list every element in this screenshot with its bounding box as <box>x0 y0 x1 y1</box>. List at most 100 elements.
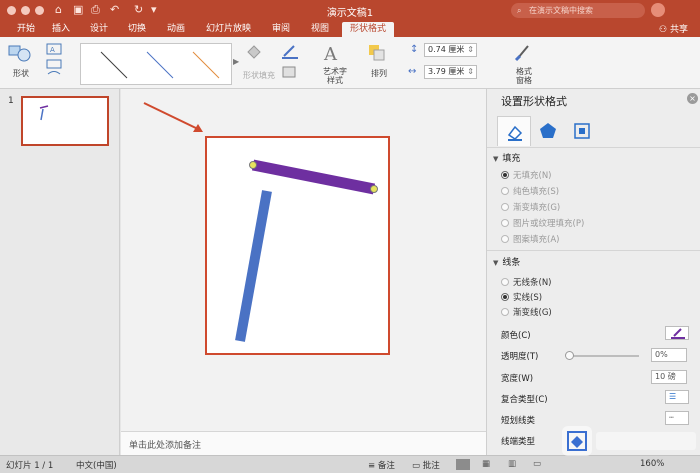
notes-placeholder: 单击此处添加备注 <box>129 441 202 451</box>
fill-option-picture[interactable]: 图片或纹理填充(P) <box>501 217 584 229</box>
pen-color-icon <box>671 328 685 339</box>
tab-home[interactable]: 开始 <box>17 22 35 37</box>
slide-thumbnail-panel: 1 <box>0 89 120 455</box>
line-color-picker[interactable] <box>665 326 689 340</box>
search-icon: ⌕ <box>517 6 522 15</box>
account-avatar[interactable] <box>651 3 665 17</box>
color-label: 颜色(C) <box>501 331 531 341</box>
svg-text:A: A <box>50 46 55 54</box>
width-stepper-icon[interactable]: ⇕ <box>467 66 474 78</box>
paint-bucket-icon <box>507 125 523 141</box>
wordart-icon[interactable]: A <box>321 42 347 64</box>
edit-shape-group[interactable]: A <box>45 42 67 82</box>
purple-line-shape[interactable] <box>251 159 376 195</box>
sorter-view-icon[interactable]: ▦ <box>482 459 490 469</box>
arrange-label: 排列 <box>371 69 387 78</box>
shape-fill-icon[interactable] <box>244 42 266 60</box>
transparency-slider-thumb[interactable] <box>565 351 574 360</box>
line-end-handle[interactable] <box>370 185 378 193</box>
tab-size-properties[interactable] <box>565 116 599 146</box>
language-indicator[interactable]: 中文(中国) <box>76 459 117 471</box>
wordart-styles-label: 艺术字 样式 <box>323 67 347 85</box>
radio-icon <box>501 219 509 227</box>
option-label: 渐变线(G) <box>513 308 552 318</box>
shape-width-icon: ↔ <box>408 66 417 77</box>
line-option-none[interactable]: 无线条(N) <box>501 276 552 288</box>
transparency-slider[interactable] <box>567 355 639 357</box>
notes-area[interactable]: 单击此处添加备注 <box>121 431 486 455</box>
compound-type-label: 复合类型(C) <box>501 395 548 405</box>
notes-button[interactable]: ≡ 备注 <box>368 459 395 471</box>
tab-fill-line[interactable] <box>497 116 531 146</box>
tab-slideshow[interactable]: 幻灯片放映 <box>206 22 251 37</box>
slide-shapes <box>235 159 378 342</box>
tab-transitions[interactable]: 切换 <box>128 22 146 37</box>
line-width-input[interactable]: 10 磅 <box>651 370 687 384</box>
radio-icon <box>501 187 509 195</box>
tab-view[interactable]: 视图 <box>311 22 329 37</box>
fill-option-gradient[interactable]: 渐变填充(G) <box>501 201 560 213</box>
radio-icon <box>501 171 509 179</box>
fill-option-solid[interactable]: 纯色填充(S) <box>501 185 559 197</box>
line-option-solid[interactable]: 实线(S) <box>501 291 542 303</box>
tab-insert[interactable]: 插入 <box>52 22 70 37</box>
svg-text:A: A <box>323 44 338 64</box>
slide-counter: 幻灯片 1 / 1 <box>6 461 54 471</box>
shapes-label: 形状 <box>13 69 29 78</box>
tab-design[interactable]: 设计 <box>90 22 108 37</box>
zoom-level[interactable]: 160% <box>640 459 664 469</box>
option-label: 图案填充(A) <box>513 235 560 245</box>
shape-styles-gallery[interactable] <box>80 43 232 85</box>
slide-number: 1 <box>8 96 14 106</box>
pane-divider <box>487 250 700 251</box>
comment-icon: ▭ <box>412 461 421 471</box>
line-start-handle[interactable] <box>249 161 257 169</box>
height-stepper-icon[interactable]: ⇕ <box>467 44 474 56</box>
pentagon-icon <box>540 123 556 138</box>
pane-divider <box>487 147 700 148</box>
fill-option-pattern[interactable]: 图案填充(A) <box>501 233 559 245</box>
compound-lines-icon: ☰ <box>669 392 677 401</box>
blue-line-shape[interactable] <box>235 190 272 342</box>
fill-section-label: 填充 <box>502 154 521 164</box>
format-pane-icon[interactable] <box>513 42 535 62</box>
radio-icon <box>501 203 509 211</box>
shape-width-input[interactable]: 3.79 厘米 ⇕ <box>424 65 477 79</box>
slide-thumbnail[interactable] <box>21 96 109 146</box>
option-label: 实线(S) <box>513 293 543 303</box>
option-label: 无填充(N) <box>513 171 552 181</box>
normal-view-icon[interactable] <box>456 459 470 470</box>
compound-type-select[interactable]: ☰ <box>665 390 689 404</box>
dash-type-label: 短划线类 <box>501 416 536 426</box>
shape-effects-icon[interactable] <box>280 63 302 81</box>
tab-shape-format[interactable]: 形状格式 <box>342 22 395 37</box>
comments-button[interactable]: ▭ 批注 <box>412 459 440 471</box>
option-label: 无线条(N) <box>513 278 552 288</box>
shape-height-input[interactable]: 0.74 厘米 ⇕ <box>424 43 477 57</box>
search-input[interactable]: ⌕ 在演示文稿中搜索 <box>511 3 645 18</box>
slideshow-view-icon[interactable]: ▭ <box>533 459 541 469</box>
option-label: 图片或纹理填充(P) <box>513 219 585 229</box>
share-button[interactable]: ⚇ 共享 <box>659 22 688 35</box>
line-section-header[interactable]: ▼ 线条 <box>493 255 520 268</box>
line-section-label: 线条 <box>502 258 521 268</box>
collapse-icon: ▼ <box>493 259 499 267</box>
line-option-gradient[interactable]: 渐变线(G) <box>501 306 552 318</box>
transparency-input[interactable]: 0% <box>651 348 687 362</box>
shape-width-value: 3.79 厘米 <box>428 67 465 76</box>
tab-effects[interactable] <box>531 116 565 146</box>
shapes-icon[interactable] <box>8 42 32 64</box>
format-shape-pane: 设置形状格式 × ▼ 填充 无填充(N) 纯色填充(S) 渐变填充(G) 图片或纹… <box>486 89 700 455</box>
tab-review[interactable]: 审阅 <box>272 22 290 37</box>
shape-outline-icon[interactable] <box>280 42 302 60</box>
tab-animations[interactable]: 动画 <box>167 22 185 37</box>
slide[interactable] <box>205 136 390 355</box>
fill-option-none[interactable]: 无填充(N) <box>501 169 552 181</box>
fill-section-header[interactable]: ▼ 填充 <box>493 151 520 164</box>
arrange-icon[interactable] <box>367 43 387 61</box>
ribbon-tabs: 开始 插入 设计 切换 动画 幻灯片放映 审阅 视图 形状格式 <box>0 21 700 37</box>
ribbon: 形状 A ▶ 形状填充 A 艺术字 样式 排列 ↕ 0.74 厘米 ⇕ ↔ 3.… <box>0 37 700 89</box>
close-pane-icon[interactable]: × <box>687 93 698 104</box>
gallery-more-icon[interactable]: ▶ <box>233 57 240 66</box>
reading-view-icon[interactable]: ▥ <box>508 459 516 469</box>
